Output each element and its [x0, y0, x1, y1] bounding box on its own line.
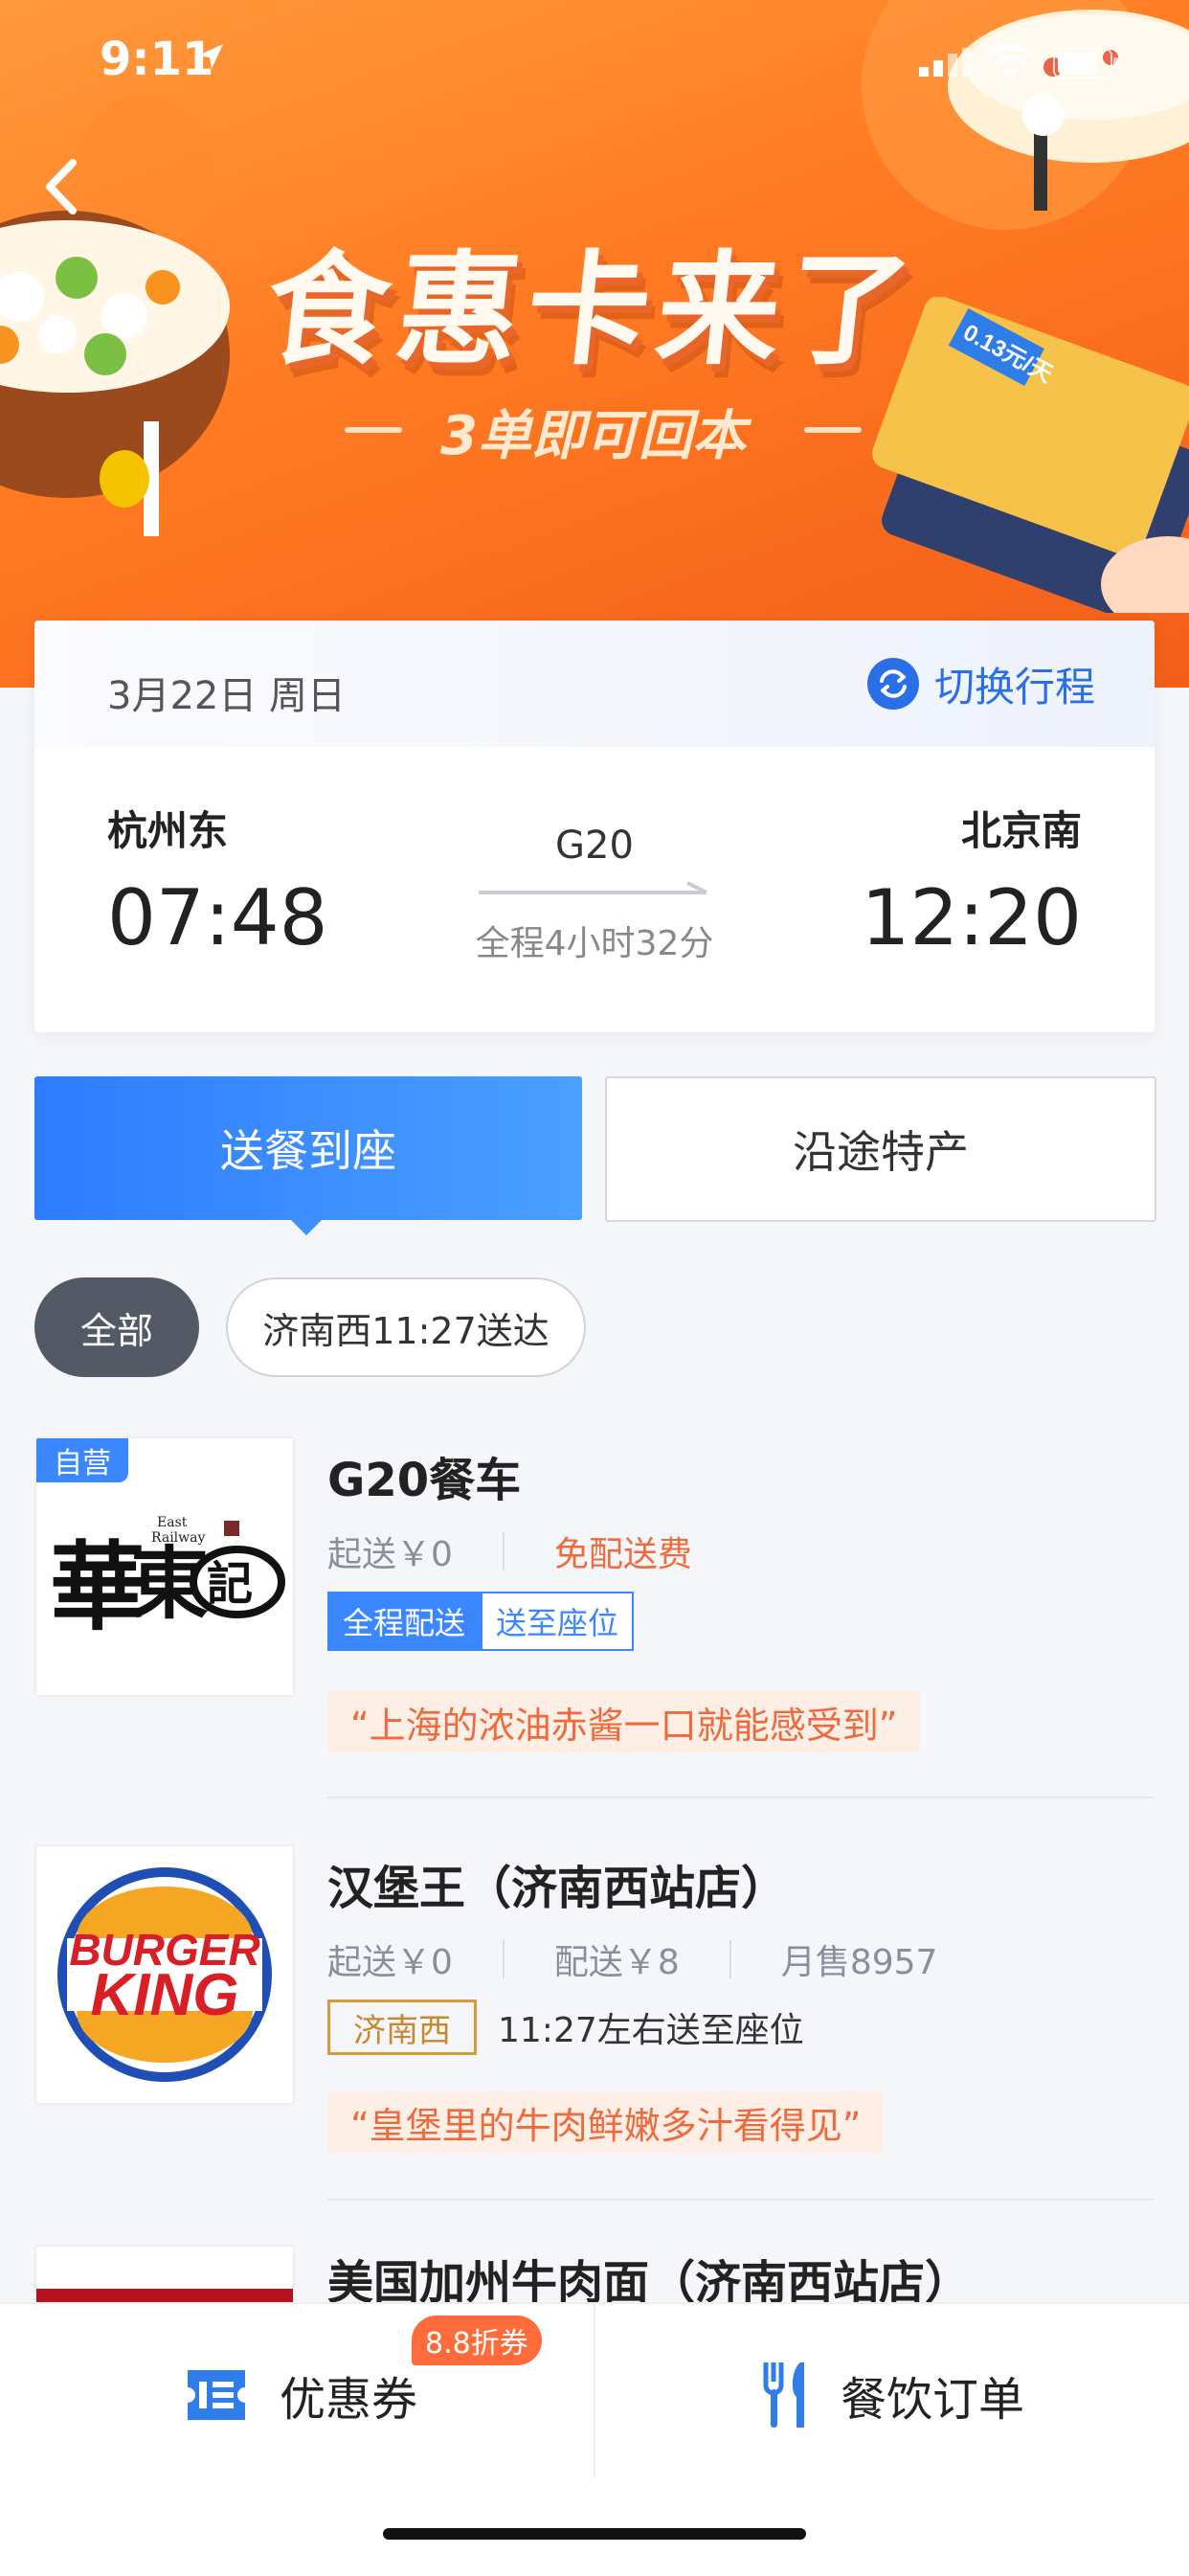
back-button[interactable]	[34, 153, 92, 220]
meta-divider	[502, 1532, 505, 1570]
self-operated-tag: 自营	[36, 1438, 128, 1482]
shop-logo: BURGER KING	[34, 1844, 295, 2105]
min-order: 起送￥0	[327, 1535, 453, 1574]
shop-logo	[34, 2245, 295, 2302]
filter-jinan-west[interactable]: 济南西11:27送达	[226, 1277, 586, 1377]
meta-divider	[729, 1940, 731, 1978]
coupon-icon	[188, 2370, 245, 2420]
signal-icon	[919, 48, 972, 77]
bk-text-2: KING	[91, 1962, 239, 2028]
tab-deliver-to-seat[interactable]: 送餐到座	[34, 1076, 582, 1220]
trip-card-header: 3月22日 周日 切换行程	[34, 621, 1155, 747]
shop-item[interactable]: 美国加州牛肉面（济南西站店）	[0, 2245, 1189, 2302]
swap-icon	[867, 658, 919, 710]
promo-banner[interactable]: 0.13元/天 9:11 食惠卡来了 3单即可回本	[0, 0, 1189, 688]
shop-name: 美国加州牛肉面（济南西站店）	[327, 2256, 972, 2302]
train-number: G20	[555, 824, 634, 868]
meta-divider	[502, 1940, 505, 1978]
tag-full-route: 全程配送	[327, 1592, 482, 1651]
tab-local-specialty[interactable]: 沿途特产	[605, 1076, 1156, 1222]
shop-item[interactable]: BURGER KING 汉堡王（济南西站店） 起送￥0 配送￥8 月售8957 …	[0, 1844, 1189, 2160]
monthly-sales: 月售8957	[780, 1943, 938, 1982]
shop-tags: 全程配送 送至座位	[327, 1592, 635, 1651]
trip-duration: 全程4小时32分	[475, 924, 714, 963]
list-divider	[327, 2199, 1155, 2201]
delivery-eta: 11:27左右送至座位	[498, 2011, 804, 2050]
delivery-fee: 配送￥8	[553, 1943, 680, 1982]
filter-all[interactable]: 全部	[34, 1277, 199, 1377]
switch-trip-button[interactable]: 切换行程	[867, 655, 1095, 712]
noodle-logo-band	[36, 2289, 293, 2302]
svg-text:East: East	[157, 1515, 188, 1530]
delivery-fee: 免配送费	[553, 1535, 692, 1574]
route-arrow-icon	[479, 881, 707, 894]
shop-name: 汉堡王（济南西站店）	[327, 1862, 788, 1915]
shop-meta: 起送￥0 配送￥8 月售8957	[327, 1934, 937, 1984]
trip-card: 3月22日 周日 切换行程 杭州东 北京南 07:48 12:20 G20 全程…	[34, 621, 1155, 1032]
active-tab-pointer	[289, 1218, 324, 1235]
delivery-station-row: 济南西 11:27左右送至座位	[327, 2000, 804, 2055]
svg-text:Railway: Railway	[151, 1530, 205, 1546]
shop-quote: “皇堡里的牛肉鲜嫩多汁看得见”	[327, 2091, 885, 2153]
dash-left	[345, 427, 402, 433]
food-orders-button[interactable]: 餐饮订单	[758, 2352, 1024, 2438]
food-bowl-illustration	[0, 211, 230, 536]
burger-king-logo: BURGER KING	[57, 1867, 272, 2082]
switch-trip-label: 切换行程	[934, 663, 1096, 711]
coupon-discount-badge: 8.8折券	[412, 2316, 542, 2365]
status-bar: 9:11	[0, 0, 1189, 126]
shop-quote: “上海的浓油赤酱一口就能感受到”	[327, 1691, 921, 1752]
wifi-icon	[986, 43, 1034, 79]
trip-date: 3月22日 周日	[107, 674, 347, 718]
list-divider	[327, 1796, 1155, 1798]
coupon-button[interactable]: 优惠券	[182, 2352, 417, 2438]
shop-item[interactable]: 華 東 記 East Railway 自营 G20餐车 起送￥0 免配送费 全程…	[0, 1436, 1189, 1752]
shop-logo: 華 東 記 East Railway 自营	[34, 1436, 295, 1697]
svg-text:記: 記	[207, 1557, 253, 1611]
banner-title: 食惠卡来了	[258, 239, 926, 382]
dash-right	[804, 427, 862, 433]
shop-meta: 起送￥0 免配送费	[327, 1526, 692, 1576]
station-tag: 济南西	[327, 2000, 477, 2055]
home-indicator[interactable]	[383, 2528, 806, 2540]
utensils-icon	[763, 2362, 804, 2428]
coupon-label: 优惠券	[280, 2373, 418, 2427]
battery-icon	[1053, 48, 1118, 79]
food-orders-label: 餐饮订单	[841, 2373, 1025, 2427]
bottom-bar-divider	[594, 2304, 595, 2476]
banner-subtitle-wrap: 3单即可回本	[345, 393, 862, 469]
location-arrow-icon	[198, 44, 223, 69]
banner-subtitle: 3单即可回本	[440, 405, 746, 467]
min-order: 起送￥0	[327, 1943, 453, 1982]
shop-name: G20餐车	[327, 1454, 522, 1507]
tag-to-seat: 送至座位	[481, 1592, 635, 1651]
